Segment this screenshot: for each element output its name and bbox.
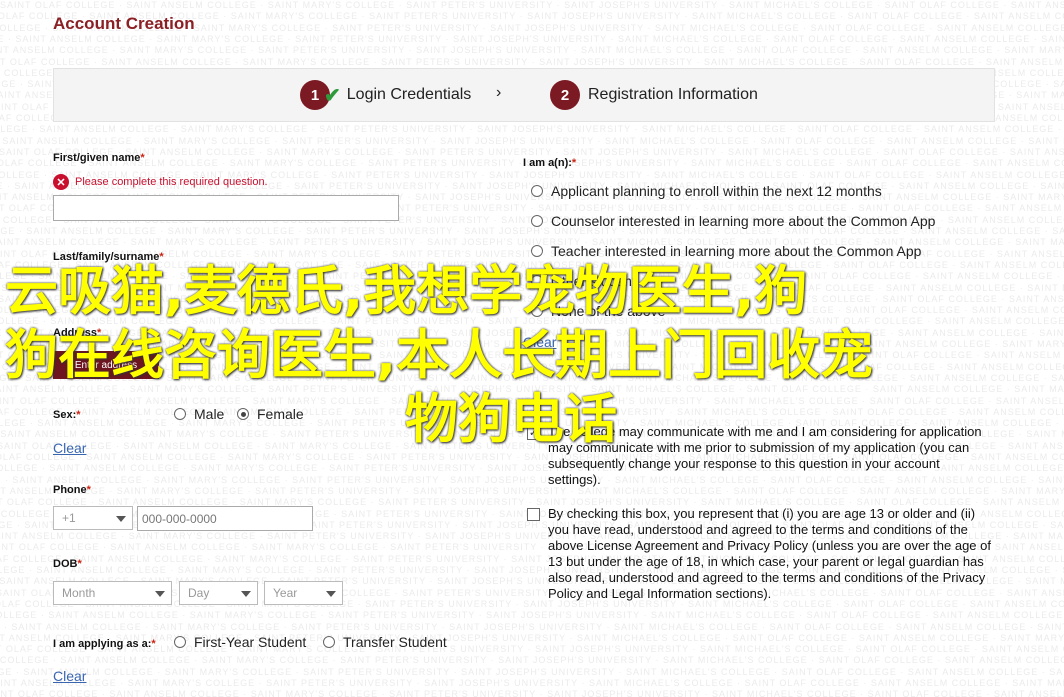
- radio-button[interactable]: [237, 408, 249, 420]
- radio-label: Counselor interested in learning more ab…: [551, 213, 936, 229]
- radio-counselor[interactable]: Counselor interested in learning more ab…: [531, 213, 935, 229]
- sex-clear-link[interactable]: Clear: [53, 440, 86, 456]
- radio-button[interactable]: [531, 245, 543, 257]
- radio-button[interactable]: [531, 305, 543, 317]
- watermark-line: SAINT OLAF COLLEGE · SAINT ANSELM COLLEG…: [0, 655, 1064, 666]
- radio-teacher[interactable]: Teacher interested in learning more abou…: [531, 243, 921, 259]
- chevron-down-icon: [241, 591, 251, 597]
- watermark-line: SAINT OLAF COLLEGE · SAINT ANSELM COLLEG…: [0, 384, 1064, 395]
- radio-button[interactable]: [323, 636, 335, 648]
- select-value: Month: [62, 586, 96, 600]
- radio-none[interactable]: None of the above: [531, 303, 665, 319]
- first-name-label: First/given name*: [53, 152, 145, 164]
- radio-button[interactable]: [531, 215, 543, 227]
- phone-number-field[interactable]: 000-000-0000: [137, 506, 313, 531]
- error-text: Please complete this required question.: [75, 176, 268, 188]
- address-label: Address*: [53, 327, 102, 339]
- page-title: Account Creation: [53, 14, 195, 33]
- radio-label: Other student: [551, 273, 636, 289]
- first-name-field[interactable]: [53, 195, 399, 221]
- step-label: Login Credentials: [346, 86, 472, 103]
- watermark-line: SAINT OLAF COLLEGE · SAINT ANSELM COLLEG…: [0, 33, 1064, 44]
- consent-text-terms: By checking this box, you represent that…: [548, 506, 991, 601]
- radio-label: None of the above: [551, 303, 666, 319]
- radio-button[interactable]: [531, 185, 543, 197]
- select-value: +1: [62, 511, 76, 525]
- dob-year-select[interactable]: Year: [264, 581, 343, 605]
- watermark-line: SAINT OLAF COLLEGE · SAINT ANSELM COLLEG…: [0, 689, 1064, 697]
- radio-transfer[interactable]: Transfer Student: [323, 634, 447, 650]
- phone-label: Phone*: [53, 484, 91, 496]
- chevron-down-icon: [326, 591, 336, 597]
- consent-text-communicate: The college may communicate with me and …: [548, 424, 982, 487]
- overlay-text-line-1: 云吸猫,麦德氏,我想学宠物医生,狗: [5, 261, 808, 322]
- progress-steps: 1 ✔ Login Credentials › 2 Registration I…: [53, 68, 995, 122]
- radio-label: First-Year Student: [194, 634, 307, 650]
- watermark-line: SAINT OLAF COLLEGE · SAINT ANSELM COLLEG…: [0, 0, 1064, 10]
- watermark-line: SAINT OLAF COLLEGE · SAINT ANSELM COLLEG…: [0, 146, 1064, 157]
- applying-clear-link[interactable]: Clear: [53, 668, 86, 684]
- watermark-line: SAINT OLAF COLLEGE · SAINT ANSELM COLLEG…: [0, 678, 1064, 688]
- first-name-error: ✕ Please complete this required question…: [53, 174, 268, 190]
- sex-label: Sex:*: [53, 409, 81, 421]
- enter-address-button[interactable]: Enter address: [53, 351, 159, 379]
- last-name-label: Last/family/surname*: [53, 251, 164, 263]
- step-login-credentials[interactable]: 1 ✔ Login Credentials: [300, 79, 471, 111]
- radio-applicant[interactable]: Applicant planning to enroll within the …: [531, 183, 882, 199]
- watermark-line: SAINT OLAF COLLEGE · SAINT ANSELM COLLEG…: [0, 621, 1064, 632]
- watermark-line: SAINT OLAF COLLEGE · SAINT ANSELM COLLEG…: [0, 644, 1064, 655]
- radio-female[interactable]: Female: [237, 406, 304, 422]
- watermark-line: SAINT OLAF COLLEGE · SAINT ANSELM COLLEG…: [0, 124, 1064, 135]
- chevron-right-icon: ›: [496, 84, 502, 101]
- select-value: Year: [273, 586, 298, 600]
- watermark-line: SAINT OLAF COLLEGE · SAINT ANSELM COLLEG…: [0, 45, 1064, 56]
- watermark-line: SAINT OLAF COLLEGE · SAINT ANSELM COLLEG…: [0, 361, 1064, 372]
- chevron-down-icon: [116, 516, 126, 522]
- watermark-line: SAINT OLAF COLLEGE · SAINT ANSELM COLLEG…: [0, 135, 1064, 146]
- consent-checkbox-terms[interactable]: [527, 508, 540, 521]
- radio-label: Male: [194, 406, 225, 422]
- step-number: 2: [550, 80, 580, 110]
- radio-label: Transfer Student: [343, 634, 447, 650]
- dob-label: DOB*: [53, 558, 82, 570]
- radio-label: Teacher interested in learning more abou…: [551, 243, 922, 259]
- watermark-line: SAINT OLAF COLLEGE · SAINT ANSELM COLLEG…: [0, 395, 1064, 406]
- radio-label: Applicant planning to enroll within the …: [551, 183, 882, 199]
- watermark-line: SAINT OLAF COLLEGE · SAINT ANSELM COLLEG…: [0, 610, 1064, 621]
- radio-button[interactable]: [531, 275, 543, 287]
- dob-month-select[interactable]: Month: [53, 581, 172, 605]
- watermark-line: SAINT OLAF COLLEGE · SAINT ANSELM COLLEG…: [0, 632, 1064, 643]
- error-icon: ✕: [53, 174, 69, 190]
- radio-button[interactable]: [174, 636, 186, 648]
- step-label: Registration Information: [588, 86, 758, 103]
- radio-label: Female: [257, 406, 304, 422]
- phone-country-code-select[interactable]: +1: [53, 506, 133, 530]
- watermark-line: SAINT OLAF COLLEGE · SAINT ANSELM COLLEG…: [0, 372, 1064, 383]
- radio-male[interactable]: Male: [174, 406, 224, 422]
- checkmark-icon: ✔: [324, 84, 341, 107]
- watermark-line: SAINT OLAF COLLEGE · SAINT ANSELM COLLEG…: [0, 350, 1064, 361]
- radio-first-year[interactable]: First-Year Student: [174, 634, 306, 650]
- radio-button[interactable]: [174, 408, 186, 420]
- watermark-line: SAINT OLAF COLLEGE · SAINT ANSELM COLLEG…: [0, 56, 1064, 67]
- radio-other-student[interactable]: Other student: [531, 273, 636, 289]
- step-registration-information[interactable]: 2 Registration Information: [550, 79, 758, 111]
- select-value: Day: [188, 586, 210, 600]
- chevron-down-icon: [155, 591, 165, 597]
- consent-checkbox-communicate[interactable]: ✓: [527, 427, 540, 440]
- watermark-line: SAINT OLAF COLLEGE · SAINT ANSELM COLLEG…: [0, 666, 1064, 677]
- watermark-line: SAINT OLAF COLLEGE · SAINT ANSELM COLLEG…: [0, 406, 1064, 417]
- dob-day-select[interactable]: Day: [179, 581, 258, 605]
- iam-clear-link[interactable]: Clear: [523, 334, 556, 350]
- applying-as-label: I am applying as a:*: [53, 638, 156, 650]
- iam-label: I am a(n):*: [523, 157, 577, 169]
